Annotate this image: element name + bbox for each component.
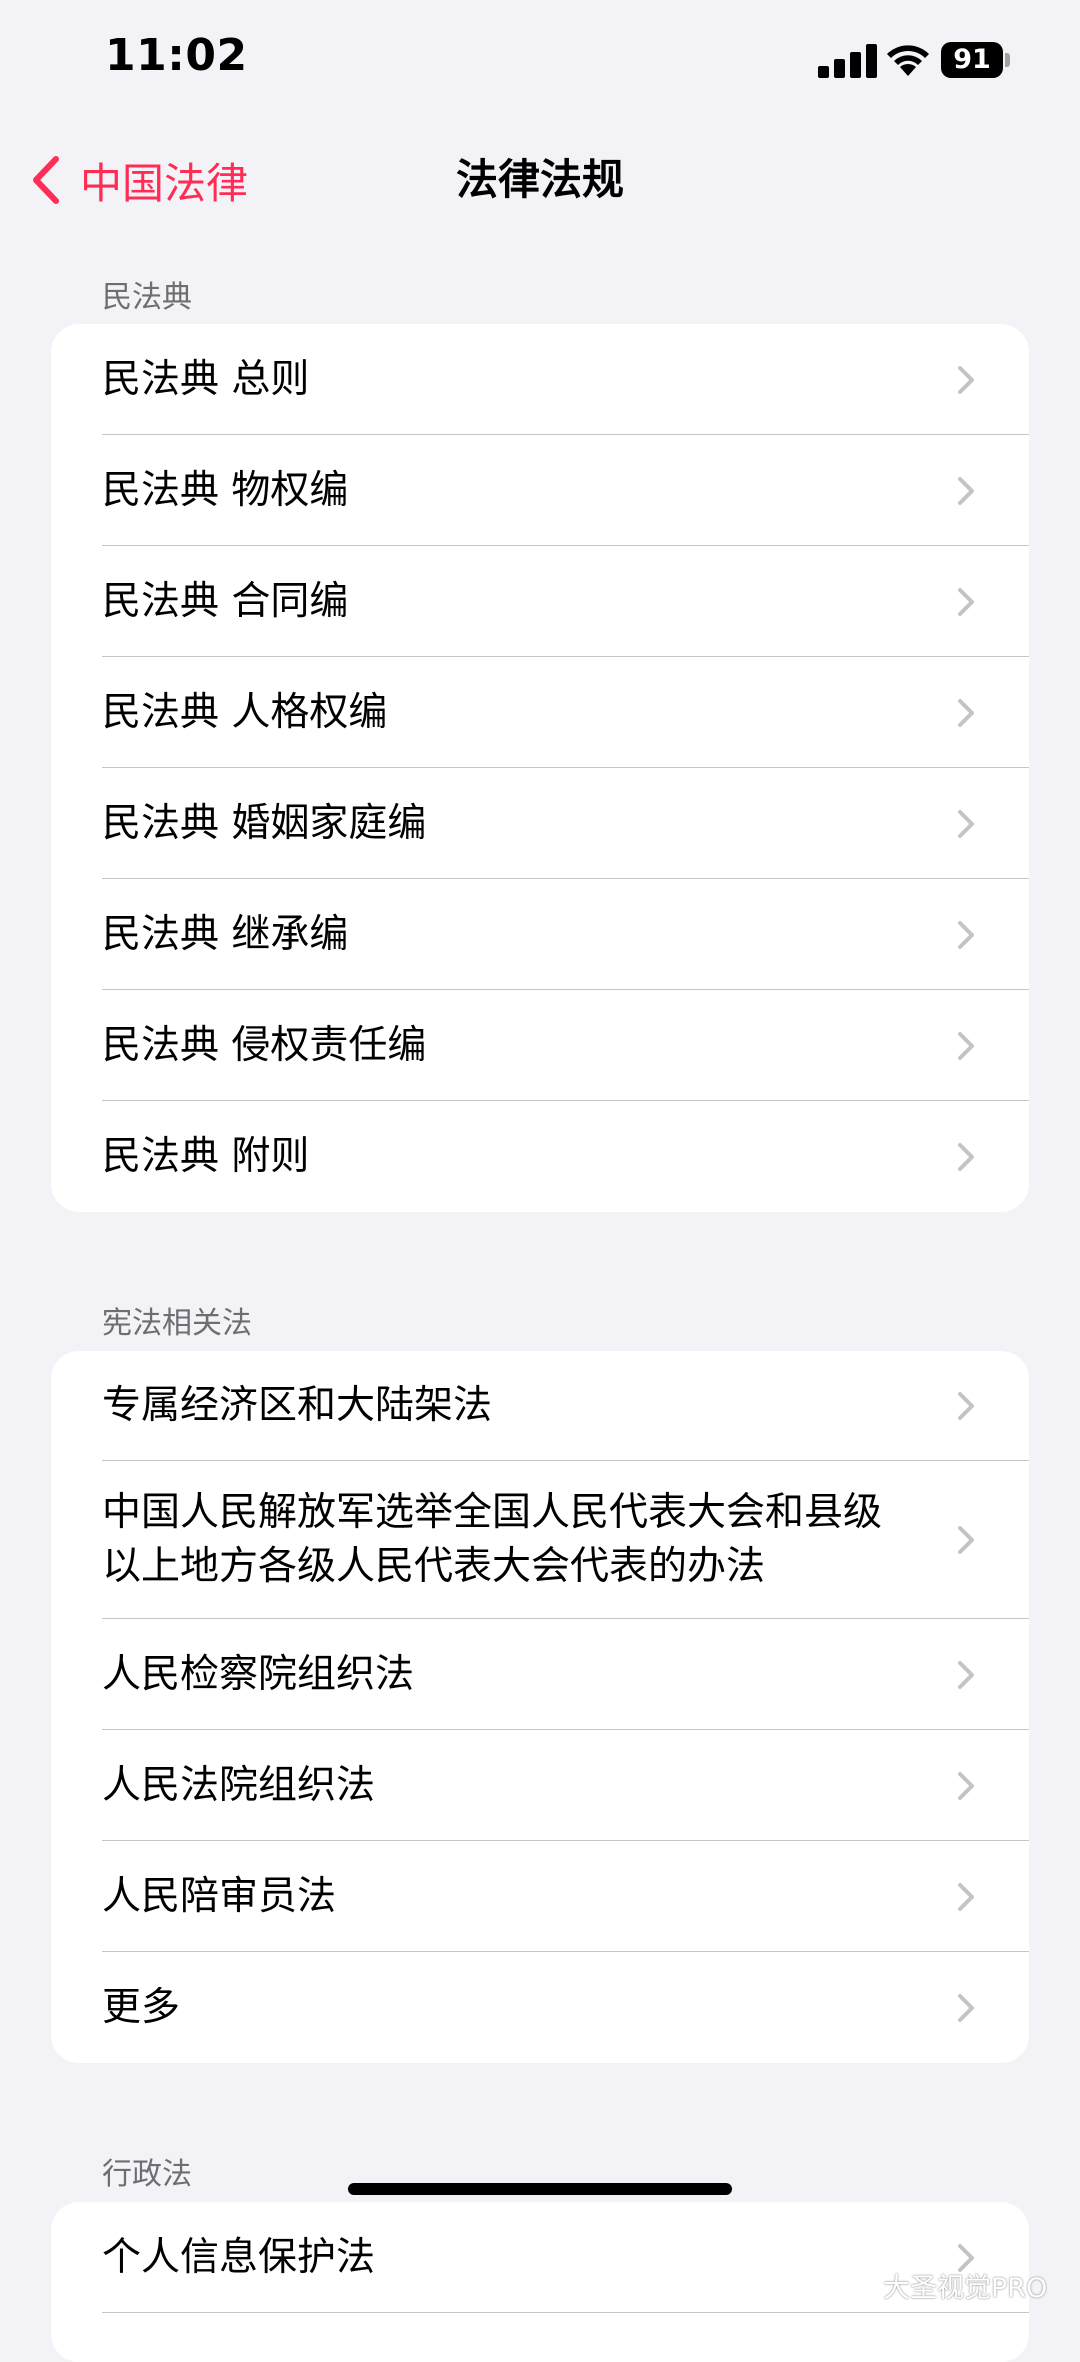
battery-icon: 91 xyxy=(941,42,1011,78)
chevron-right-icon xyxy=(958,809,974,838)
list-item[interactable]: 民法典 物权编 xyxy=(51,435,1029,546)
section-header-civil-code: 民法典 xyxy=(102,280,192,315)
chevron-right-icon xyxy=(958,1392,974,1420)
chevron-right-icon xyxy=(958,1526,974,1554)
list-item[interactable]: 人民检察院组织法 xyxy=(51,1619,1029,1730)
list-item-label: 民法典 物权编 xyxy=(102,467,349,513)
cellular-signal-icon xyxy=(818,44,877,78)
list-item-label: 人民检察院组织法 xyxy=(102,1651,415,1697)
chevron-right-icon xyxy=(958,1771,974,1800)
navigation-bar: 中国法律 法律法规 xyxy=(0,130,1080,220)
chevron-right-icon xyxy=(958,698,974,727)
chevron-right-icon xyxy=(958,587,974,616)
list-item-label: 民法典 继承编 xyxy=(102,911,349,957)
list-item[interactable]: 民法典 人格权编 xyxy=(51,657,1029,768)
list-item-label: 中国人民解放军选举全国人民代表大会和县级以上地方各级人民代表大会代表的办法 xyxy=(102,1490,883,1589)
section-header-constitutional-law: 宪法相关法 xyxy=(102,1306,252,1341)
chevron-right-icon xyxy=(958,365,974,394)
list-item-label: 人民陪审员法 xyxy=(102,1873,337,1919)
wechat-icon xyxy=(835,2270,877,2300)
status-time: 11:02 xyxy=(105,30,248,81)
chevron-right-icon xyxy=(958,920,974,949)
chevron-right-icon xyxy=(958,476,974,505)
list-group-constitutional-law: 专属经济区和大陆架法 中国人民解放军选举全国人民代表大会和县级以上地方各级人民代… xyxy=(51,1351,1029,2063)
list-item-label: 民法典 合同编 xyxy=(102,578,349,624)
chevron-right-icon xyxy=(958,1993,974,2022)
list-item[interactable]: 民法典 侵权责任编 xyxy=(51,990,1029,1101)
list-item-label: 民法典 侵权责任编 xyxy=(102,1022,427,1068)
list-item-label: 民法典 附则 xyxy=(102,1133,310,1179)
divider xyxy=(102,2311,1029,2313)
list-item[interactable]: 中国人民解放军选举全国人民代表大会和县级以上地方各级人民代表大会代表的办法 xyxy=(51,1461,1029,1619)
page-title: 法律法规 xyxy=(455,155,624,204)
watermark: 大圣视觉PRO xyxy=(835,2266,1047,2305)
watermark-text: 大圣视觉PRO xyxy=(883,2273,1048,2304)
list-item-label: 更多 xyxy=(102,1984,181,2030)
list-item[interactable]: 民法典 总则 xyxy=(51,324,1029,435)
list-item[interactable]: 专属经济区和大陆架法 xyxy=(51,1351,1029,1461)
list-item-more[interactable]: 更多 xyxy=(51,1952,1029,2063)
list-item-label: 人民法院组织法 xyxy=(102,1762,376,1808)
section-header-administrative-law: 行政法 xyxy=(102,2157,192,2192)
list-item[interactable]: 人民陪审员法 xyxy=(51,1841,1029,1952)
list-item-label: 民法典 人格权编 xyxy=(102,689,388,735)
battery-level: 91 xyxy=(941,42,1003,78)
list-item-label: 民法典 婚姻家庭编 xyxy=(102,800,427,846)
chevron-right-icon xyxy=(958,1142,974,1171)
list-item[interactable]: 民法典 继承编 xyxy=(51,879,1029,990)
list-group-civil-code: 民法典 总则 民法典 物权编 民法典 合同编 民法典 人格权编 民法典 婚姻家庭… xyxy=(51,324,1029,1212)
chevron-right-icon xyxy=(958,1031,974,1060)
list-item-label: 民法典 总则 xyxy=(102,356,310,402)
list-item[interactable]: 民法典 合同编 xyxy=(51,546,1029,657)
status-bar: 11:02 91 xyxy=(0,0,1080,130)
list-item-label: 专属经济区和大陆架法 xyxy=(102,1383,493,1428)
chevron-right-icon xyxy=(958,1660,974,1689)
list-item[interactable]: 民法典 附则 xyxy=(51,1101,1029,1212)
list-item[interactable]: 民法典 婚姻家庭编 xyxy=(51,768,1029,879)
home-indicator[interactable] xyxy=(348,2183,732,2195)
list-item-label: 个人信息保护法 xyxy=(102,2234,376,2280)
wifi-icon xyxy=(887,45,929,76)
list-item[interactable]: 人民法院组织法 xyxy=(51,1730,1029,1841)
chevron-right-icon xyxy=(958,1882,974,1911)
